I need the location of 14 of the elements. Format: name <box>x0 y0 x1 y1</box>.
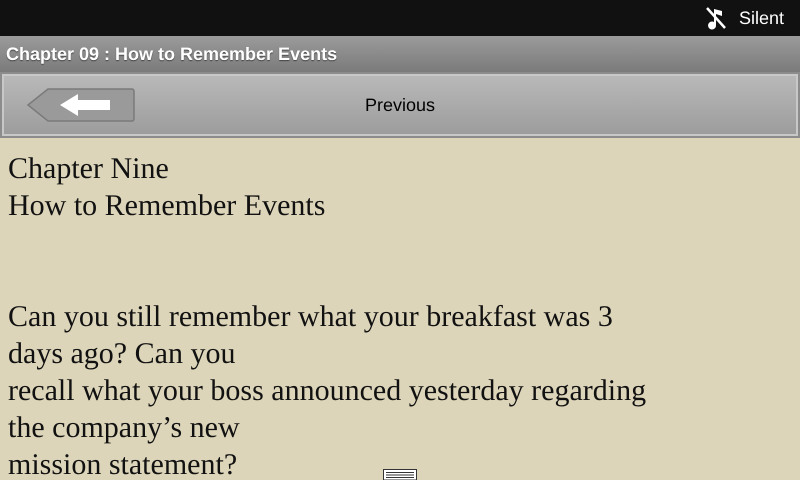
heading-line: How to Remember Events <box>8 188 326 224</box>
drag-handle-icon <box>383 469 417 480</box>
text-line: the company’s new <box>8 410 240 446</box>
text-line: mission statement? <box>8 447 238 480</box>
previous-label: Previous <box>364 94 436 116</box>
text-line: recall what your boss announced yesterday regarding <box>8 373 646 409</box>
muted-note-icon <box>704 6 727 30</box>
back-arrow-icon <box>26 87 136 123</box>
heading-line: Chapter Nine <box>8 151 169 187</box>
text-line: days ago? Can you <box>8 336 236 372</box>
text-line: Can you still remember what your breakfast was 3 <box>8 299 613 335</box>
status-text: Silent <box>738 6 784 30</box>
window-title: Chapter 09 : How to Remember Events <box>6 42 338 66</box>
back-button[interactable] <box>26 87 136 123</box>
